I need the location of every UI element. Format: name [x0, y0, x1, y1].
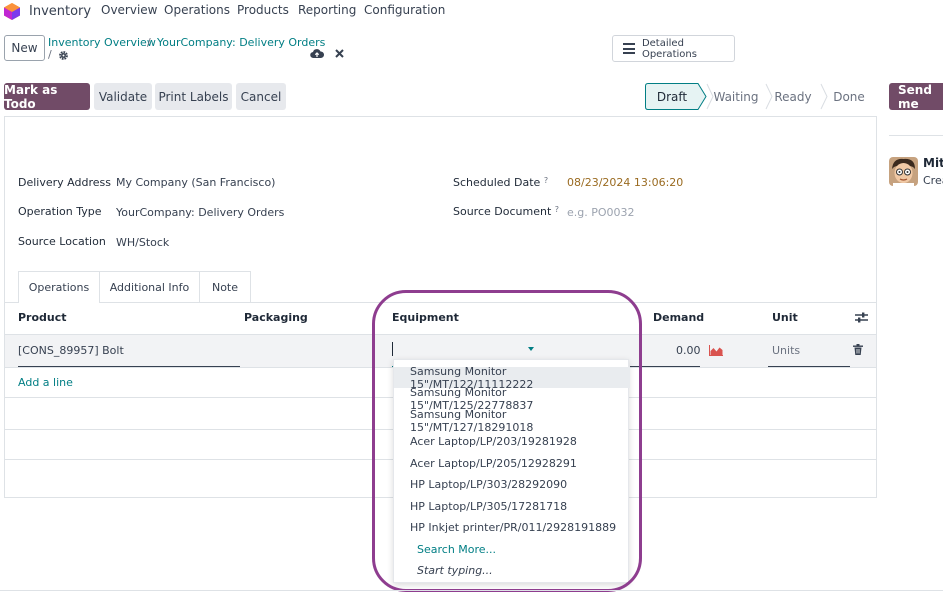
- help-icon[interactable]: ?: [544, 176, 548, 185]
- menu-operations[interactable]: Operations: [164, 3, 230, 17]
- unit-cell[interactable]: Units: [772, 344, 800, 357]
- print-labels-button[interactable]: Print Labels: [155, 83, 232, 110]
- breadcrumb-delivery-orders[interactable]: YourCompany: Delivery Orders: [157, 36, 325, 49]
- source-document-input[interactable]: e.g. PO0032: [567, 206, 635, 219]
- record-breadcrumb-separator: /: [48, 48, 52, 61]
- column-packaging[interactable]: Packaging: [244, 311, 308, 324]
- scheduled-date-field[interactable]: 08/23/2024 13:06:20: [567, 176, 683, 189]
- message-body: Crea: [923, 174, 943, 187]
- source-document-label-text: Source Document: [453, 205, 552, 218]
- new-button[interactable]: New: [4, 35, 45, 61]
- cloud-save-icon[interactable]: [310, 48, 324, 59]
- send-message-button[interactable]: Send me: [889, 83, 943, 111]
- cancel-button[interactable]: Cancel: [236, 83, 286, 110]
- source-location-field[interactable]: WH/Stock: [116, 236, 169, 249]
- scheduled-date-label: Scheduled Date ?: [453, 176, 548, 189]
- column-unit[interactable]: Unit: [772, 311, 798, 324]
- detailed-operations-label: Detailed Operations: [641, 37, 697, 60]
- help-icon[interactable]: ?: [555, 205, 559, 214]
- delivery-address-field[interactable]: My Company (San Francisco): [116, 176, 275, 189]
- breadcrumb-inventory-overview[interactable]: Inventory Overview: [48, 36, 156, 49]
- demand-cell[interactable]: 0.00: [676, 344, 701, 357]
- validate-button[interactable]: Validate: [94, 83, 152, 110]
- tab-note[interactable]: Note: [200, 271, 251, 302]
- avatar: [889, 157, 918, 186]
- trash-icon[interactable]: [853, 344, 863, 355]
- source-document-label: Source Document ?: [453, 205, 559, 218]
- stage-draft[interactable]: Draft: [645, 83, 699, 110]
- column-product[interactable]: Product: [18, 311, 67, 324]
- tab-additional-info[interactable]: Additional Info: [100, 271, 200, 302]
- menu-products[interactable]: Products: [237, 3, 289, 17]
- message-author: Mite: [923, 156, 943, 170]
- stage-waiting[interactable]: Waiting: [708, 83, 764, 110]
- bottom-divider: [0, 590, 943, 591]
- top-navbar: Inventory Overview Operations Products R…: [0, 0, 943, 24]
- tab-operations[interactable]: Operations: [18, 271, 100, 302]
- forecast-chart-icon[interactable]: [709, 345, 723, 356]
- detailed-operations-button[interactable]: Detailed Operations: [612, 35, 735, 62]
- active-tab-gap: [19, 301, 99, 303]
- stage-done[interactable]: Done: [825, 83, 873, 110]
- chatter-divider: [889, 135, 943, 136]
- app-title[interactable]: Inventory: [29, 4, 91, 19]
- list-icon: [623, 43, 635, 54]
- column-demand[interactable]: Demand: [653, 311, 704, 324]
- menu-overview[interactable]: Overview: [101, 3, 158, 17]
- add-line-link[interactable]: Add a line: [18, 376, 73, 389]
- inventory-app-icon[interactable]: [4, 3, 20, 20]
- menu-reporting[interactable]: Reporting: [298, 3, 356, 17]
- source-location-label: Source Location: [18, 235, 106, 248]
- operation-type-field[interactable]: YourCompany: Delivery Orders: [116, 206, 284, 219]
- breadcrumb-separator: /: [147, 36, 151, 49]
- optional-columns-icon[interactable]: [855, 312, 868, 323]
- highlight-annotation: [372, 290, 642, 592]
- mark-as-todo-button[interactable]: Mark as Todo: [4, 83, 90, 111]
- stage-ready[interactable]: Ready: [769, 83, 817, 110]
- menu-configuration[interactable]: Configuration: [364, 3, 445, 17]
- delivery-address-label: Delivery Address: [18, 176, 111, 189]
- product-cell[interactable]: [CONS_89957] Bolt: [18, 344, 124, 357]
- scheduled-date-label-text: Scheduled Date: [453, 176, 541, 189]
- gear-icon[interactable]: [58, 50, 69, 61]
- operation-type-label: Operation Type: [18, 205, 102, 218]
- discard-icon[interactable]: [335, 49, 344, 58]
